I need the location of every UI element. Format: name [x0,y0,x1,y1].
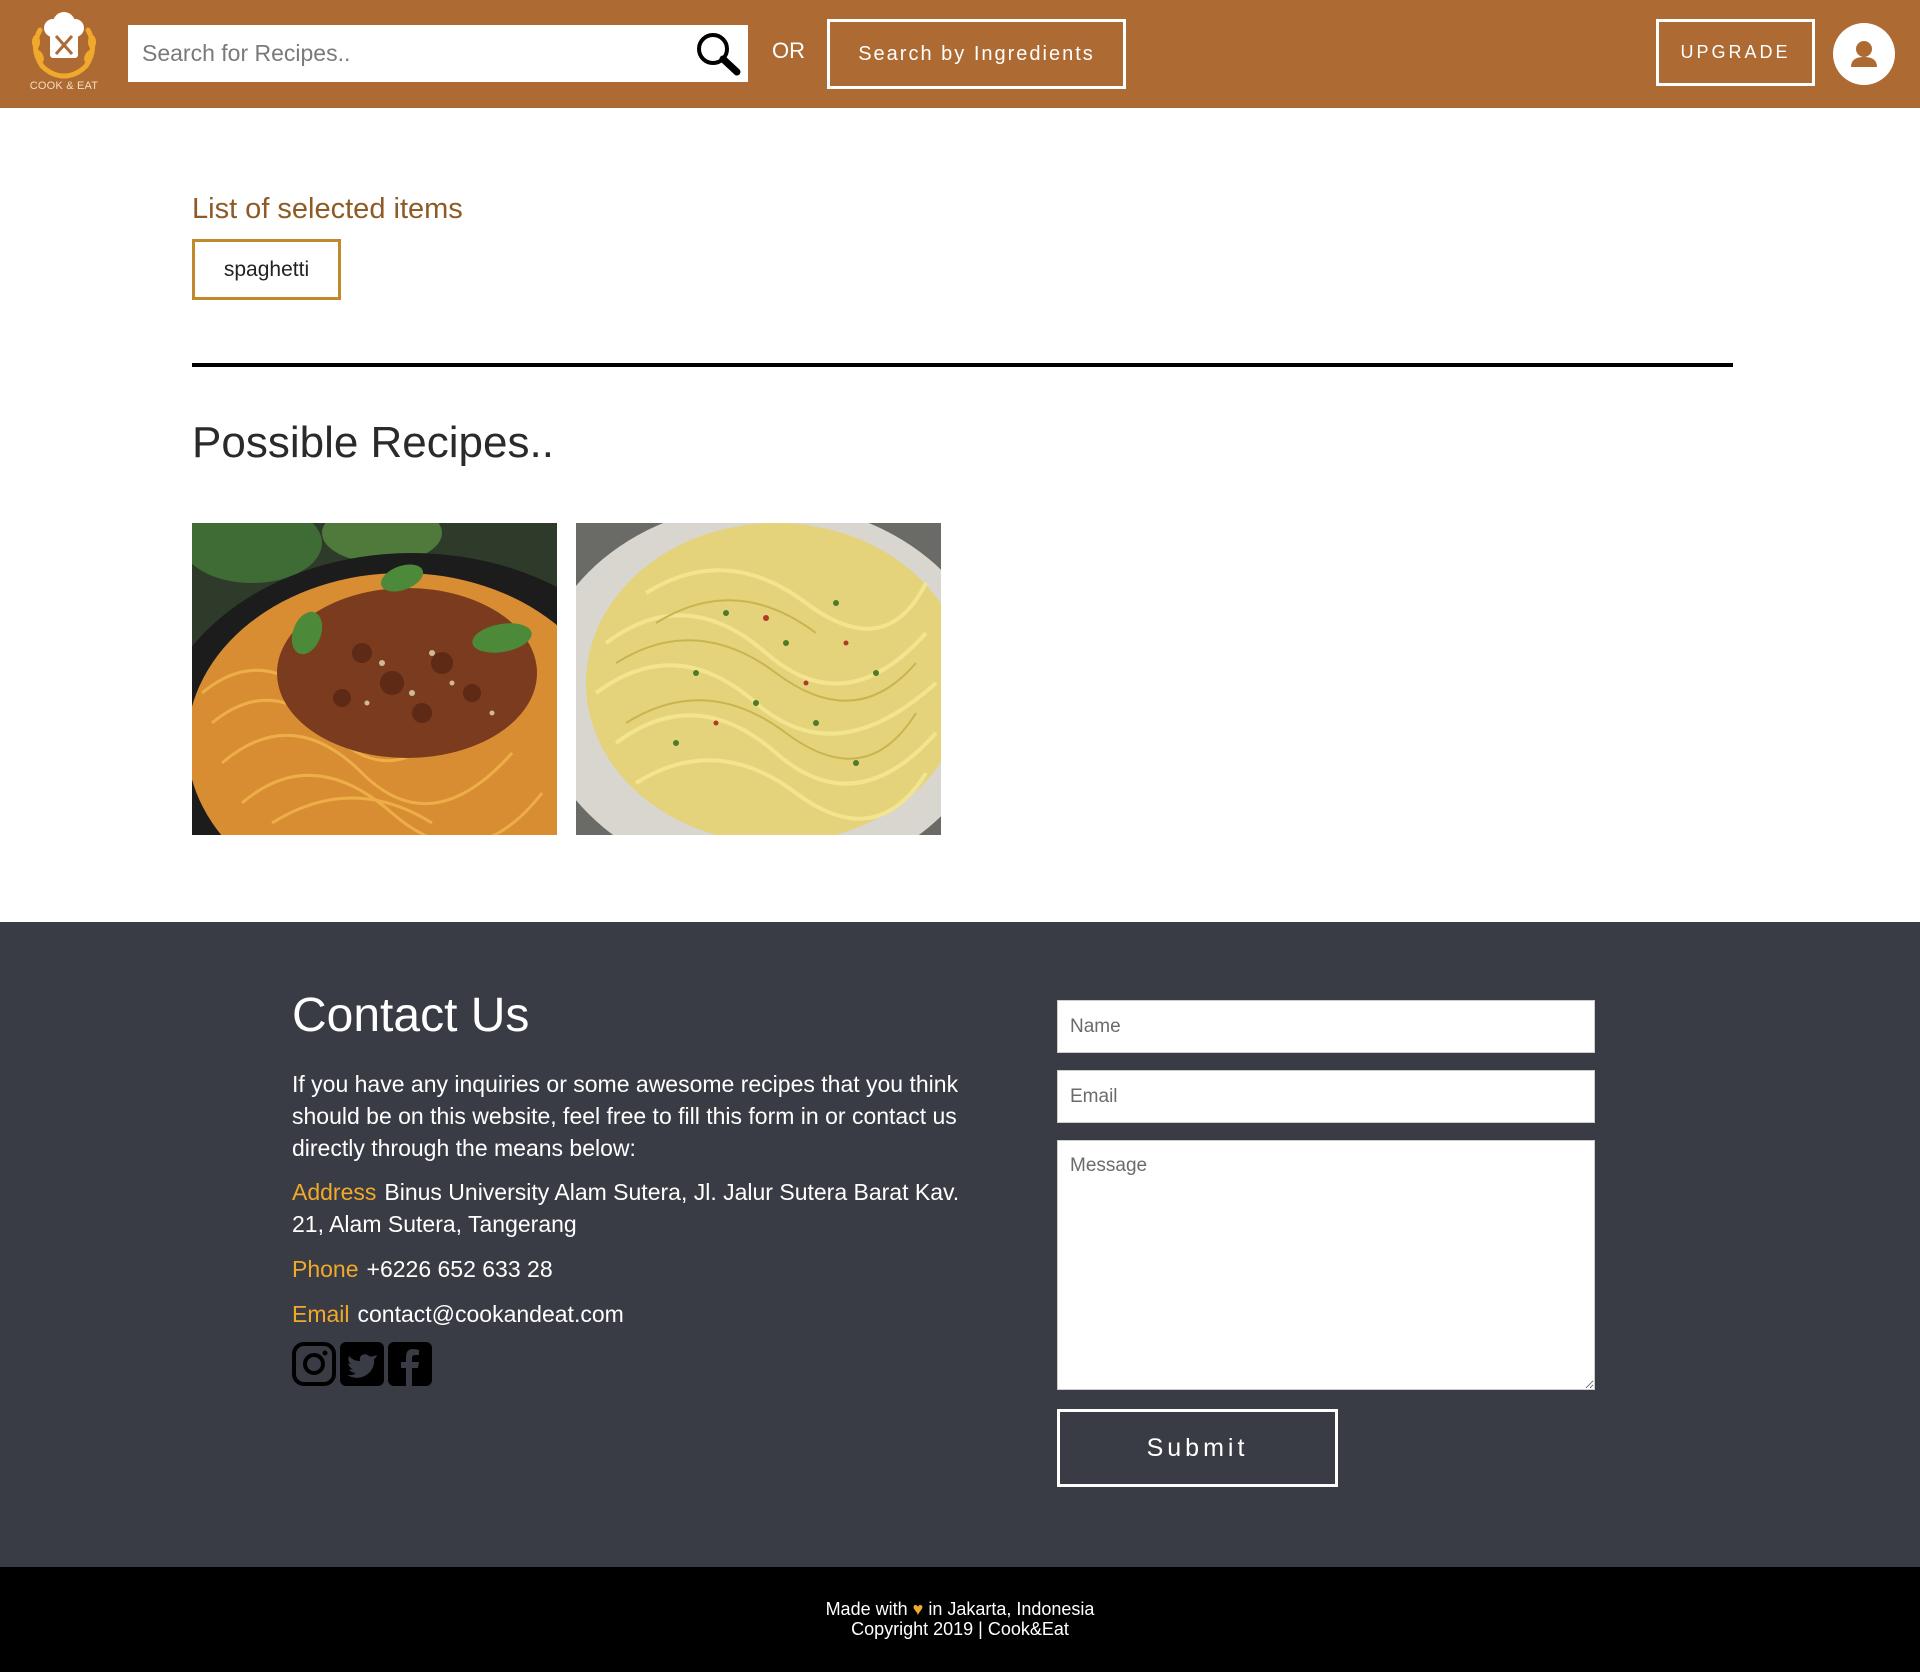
email-field[interactable] [1057,1070,1595,1123]
submit-button[interactable]: Submit [1057,1409,1338,1487]
selected-items-heading: List of selected items [192,193,463,225]
search-icon[interactable] [693,30,743,78]
user-icon [1851,41,1877,67]
made-with-prefix: Made with [825,1599,908,1619]
contact-description: If you have any inquiries or some awesom… [292,1071,959,1161]
spaghetti-bolognese-image [192,523,557,835]
message-field[interactable] [1057,1140,1595,1390]
spaghetti-aglio-olio-image [576,523,941,835]
or-label: OR [772,38,805,63]
chef-hat-logo-icon [32,12,96,79]
page-footer: Made with ♥ in Jakarta, Indonesia Copyri… [0,1567,1920,1672]
user-avatar[interactable] [1833,23,1895,85]
search-by-ingredients-button[interactable]: Search by Ingredients [827,19,1126,89]
possible-recipes-heading: Possible Recipes.. [192,418,554,467]
selected-item-chip[interactable]: spaghetti [192,239,341,300]
contact-heading: Contact Us [292,989,530,1042]
top-navbar: COOK & EAT OR Search by Ingredients UPGR… [0,0,1920,108]
logo-text: COOK & EAT [29,80,99,92]
recipe-card[interactable] [192,523,557,835]
made-with-line: Made with ♥ in Jakarta, Indonesia [0,1599,1920,1620]
facebook-icon[interactable] [388,1342,432,1386]
contact-address: Address Binus University Alam Sutera, Jl.… [292,1176,962,1240]
instagram-icon[interactable] [292,1342,336,1386]
address-label: Address [292,1179,377,1205]
contact-phone: Phone +6226 652 633 28 [292,1253,962,1285]
section-divider [192,363,1733,367]
cook-and-eat-logo[interactable]: COOK & EAT [26,8,102,98]
email-label: Email [292,1301,350,1327]
twitter-icon[interactable] [340,1342,384,1386]
phone-value: +6226 652 633 28 [366,1256,553,1282]
upgrade-button[interactable]: UPGRADE [1656,19,1815,86]
heart-icon: ♥ [912,1599,924,1619]
address-value: Binus University Alam Sutera, Jl. Jalur … [292,1179,960,1237]
email-value[interactable]: contact@cookandeat.com [358,1301,624,1327]
phone-label: Phone [292,1256,359,1282]
copyright-text: Copyright 2019 | Cook&Eat [851,1619,1069,1639]
contact-email: Email contact@cookandeat.com [292,1298,962,1330]
recipe-search-input[interactable] [128,25,688,82]
name-field[interactable] [1057,1000,1595,1053]
recipe-card[interactable] [576,523,941,835]
recipe-search-box [128,25,748,82]
contact-section: Contact Us If you have any inquiries or … [0,922,1920,1567]
made-with-suffix: in Jakarta, Indonesia [928,1599,1095,1619]
